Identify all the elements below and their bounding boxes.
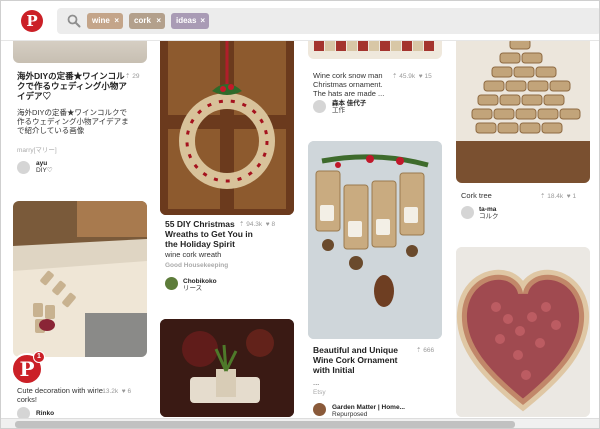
remove-chip-icon[interactable]: × <box>156 13 161 29</box>
scrollbar-thumb[interactable] <box>15 421 515 428</box>
pinterest-save-badge-icon[interactable]: P 1 <box>11 351 45 385</box>
notification-count: 1 <box>33 351 45 363</box>
pinner-info[interactable]: ayu DIY♡ <box>36 160 53 174</box>
search-icon <box>67 14 81 28</box>
pin-note: wine cork wreath <box>165 250 222 259</box>
save-count: ⇡ 13.2k ♥ 6 <box>95 388 132 395</box>
remove-chip-icon[interactable]: × <box>114 13 119 29</box>
pin-source[interactable]: Good Housekeeping <box>165 262 228 269</box>
avatar[interactable] <box>17 161 30 174</box>
pinner-info[interactable]: Chobikoko リース <box>183 278 217 292</box>
search-chip-cork[interactable]: cork × <box>129 13 165 29</box>
pin-description[interactable]: Cute decoration with wine corks! <box>17 386 107 404</box>
pinterest-window: P wine × cork × ideas × 海外DIYの定番★ワインコルクで… <box>0 0 600 429</box>
pinner-info[interactable]: Rinko <box>36 410 54 417</box>
pin-note: ... <box>313 378 320 387</box>
pin-image-cork-heart[interactable] <box>456 247 590 417</box>
pin-source[interactable]: Etsy <box>313 389 326 396</box>
pin-image-cork-ornaments[interactable] <box>308 141 442 339</box>
pin-image-cork-tree[interactable] <box>456 29 590 183</box>
avatar[interactable] <box>313 403 326 416</box>
pin-image-cork-wreath[interactable] <box>160 29 294 215</box>
avatar[interactable] <box>165 277 178 290</box>
search-bar[interactable]: wine × cork × ideas × <box>57 8 599 34</box>
chip-label: ideas <box>176 16 197 25</box>
pin-note: 海外DIYの定番★ワインコルクで作るウェディング小物アイデアまで紹介している画像 <box>17 108 129 135</box>
save-count: ⇡ 18.4k ♥ 1 <box>540 193 577 200</box>
pin-image-cork-plant[interactable] <box>160 319 294 417</box>
save-count: ⇡ 94.3k ♥ 8 <box>239 221 276 228</box>
pinner-info[interactable]: ta-ma コルク <box>479 206 499 220</box>
pinterest-logo-icon[interactable]: P <box>21 10 43 32</box>
chip-label: cork <box>134 16 151 25</box>
pinner-info[interactable]: 森本 佳代子 工作 <box>332 100 366 114</box>
save-count: ⇡ 45.9k ♥ 15 <box>392 73 432 80</box>
save-count: ⇡ 666 <box>416 347 435 354</box>
pinner-info[interactable]: Garden Matter | Home... Repurposed <box>332 404 405 418</box>
save-count: ⇡ 29 <box>125 73 140 80</box>
pin-description[interactable]: 海外DIYの定番★ワインコルクで作るウェディング小物アイデア♡ <box>17 71 127 101</box>
pin-title[interactable]: Beautiful and Unique Wine Cork Ornament … <box>313 345 409 375</box>
search-chip-ideas[interactable]: ideas × <box>171 13 209 29</box>
chip-label: wine <box>92 16 110 25</box>
horizontal-scrollbar[interactable] <box>1 418 599 428</box>
pin-image-cork-bottle[interactable] <box>13 201 147 357</box>
remove-chip-icon[interactable]: × <box>200 13 205 29</box>
search-chip-wine[interactable]: wine × <box>87 13 123 29</box>
pin-source[interactable]: marry[マリー] <box>17 144 57 154</box>
pin-description[interactable]: Wine cork snow man Christmas ornament. T… <box>313 71 393 98</box>
top-bar: P wine × cork × ideas × <box>1 1 599 41</box>
pin-description[interactable]: Cork tree <box>461 191 492 200</box>
avatar[interactable] <box>461 206 474 219</box>
avatar[interactable] <box>313 100 326 113</box>
